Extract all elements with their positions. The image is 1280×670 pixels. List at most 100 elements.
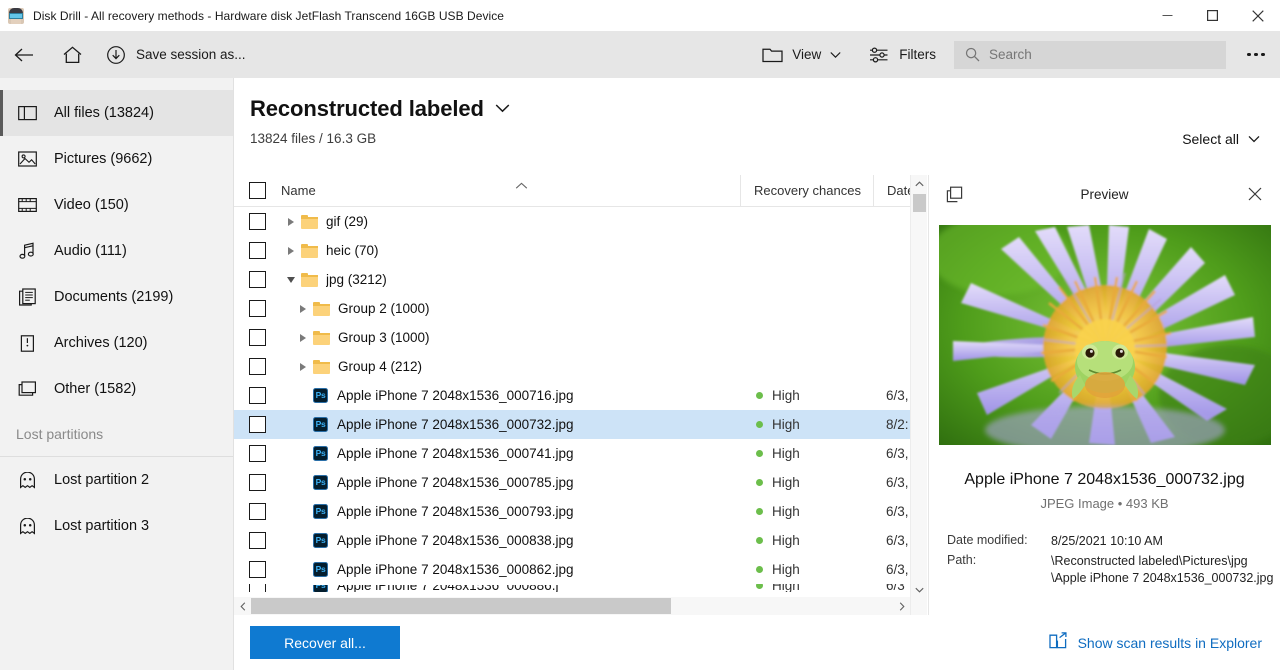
preview-close-icon[interactable]: [1242, 187, 1268, 201]
scroll-thumb[interactable]: [251, 598, 671, 614]
row-checkbox[interactable]: [234, 584, 281, 592]
row-checkbox[interactable]: [234, 503, 281, 520]
folder-icon: [313, 331, 330, 345]
close-button[interactable]: [1235, 0, 1280, 31]
row-name-label: Group 4 (212): [338, 359, 422, 374]
copy-icon[interactable]: [941, 186, 967, 203]
scroll-down-arrow-icon[interactable]: [911, 581, 928, 598]
chevron-down-icon: [830, 51, 841, 59]
table-row[interactable]: PsApple iPhone 7 2048x1536_000741.jpgHig…: [234, 439, 927, 468]
row-checkbox[interactable]: [234, 387, 281, 404]
row-checkbox[interactable]: [234, 213, 281, 230]
row-checkbox[interactable]: [234, 416, 281, 433]
row-checkbox[interactable]: [234, 242, 281, 259]
row-checkbox[interactable]: [234, 300, 281, 317]
status-dot: [756, 421, 763, 428]
expand-caret-right-icon[interactable]: [293, 305, 313, 313]
search-input[interactable]: Search: [954, 41, 1226, 69]
back-button[interactable]: [0, 31, 48, 78]
table-horizontal-scrollbar[interactable]: [234, 597, 910, 615]
search-placeholder: Search: [989, 47, 1032, 62]
row-checkbox[interactable]: [234, 358, 281, 375]
home-button[interactable]: [48, 31, 96, 78]
other-files-icon: [16, 378, 38, 400]
sidebar-item-audio[interactable]: Audio (111): [0, 228, 233, 274]
checkbox-box: [249, 358, 266, 375]
recovery-chance-cell: High: [740, 533, 873, 548]
expand-caret-right-icon[interactable]: [293, 363, 313, 371]
sidebar-item-other[interactable]: Other (1582): [0, 366, 233, 412]
row-checkbox[interactable]: [234, 445, 281, 462]
table-row[interactable]: PsApple iPhone 7 2048x1536_000732.jpgHig…: [234, 410, 927, 439]
status-dot: [756, 584, 763, 589]
table-row[interactable]: Ps Apple iPhone 7 2048x1536_000793.jpg Hig…: [234, 497, 927, 526]
sidebar-label: Archives (120): [54, 335, 147, 351]
scroll-left-arrow-icon[interactable]: [234, 597, 251, 615]
sidebar-item-all-files[interactable]: All files (13824): [0, 90, 233, 136]
row-checkbox[interactable]: [234, 532, 281, 549]
scroll-up-arrow-icon[interactable]: [911, 175, 927, 192]
table-row[interactable]: Group 2 (1000): [234, 294, 927, 323]
recovery-chance-cell: High: [740, 417, 873, 432]
scroll-right-arrow-icon[interactable]: [893, 597, 910, 615]
checkbox-box: [249, 242, 266, 259]
sidebar-item-pictures[interactable]: Pictures (9662): [0, 136, 233, 182]
view-button[interactable]: View: [748, 31, 855, 78]
table-vertical-scrollbar[interactable]: [910, 175, 927, 615]
table-row[interactable]: PsApple iPhone 7 2048x1536_000785.jpgHig…: [234, 468, 927, 497]
show-in-explorer-button[interactable]: Show scan results in Explorer: [1049, 632, 1262, 654]
page-title-chevron-down-icon[interactable]: [495, 100, 510, 118]
table-row[interactable]: jpg (3212): [234, 265, 927, 294]
recover-all-button[interactable]: Recover all...: [250, 626, 400, 659]
sidebar-label: Video (150): [54, 197, 129, 213]
minimize-button[interactable]: [1145, 0, 1190, 31]
expand-caret-right-icon[interactable]: [281, 247, 301, 255]
expand-caret-down-icon[interactable]: [281, 277, 301, 283]
row-name-cell: PsApple iPhone 7 2048x1536_000785.jpg: [281, 475, 740, 490]
select-all-checkbox[interactable]: [234, 182, 281, 199]
table-row[interactable]: PsApple iPhone 7 2048x1536_000862.jpgHig…: [234, 555, 927, 584]
column-header-recovery-chances[interactable]: Recovery chances: [740, 175, 873, 207]
row-name-label: gif (29): [326, 214, 368, 229]
window-controls: [1145, 0, 1280, 31]
save-session-label: Save session as...: [136, 47, 246, 62]
table-row[interactable]: heic (70): [234, 236, 927, 265]
table-row[interactable]: PsApple iPhone 7 2048x1536_000716.jpgHig…: [234, 381, 927, 410]
chevron-down-icon: [1248, 135, 1260, 143]
row-name-label: jpg (3212): [326, 272, 387, 287]
table-row[interactable]: Group 3 (1000): [234, 323, 927, 352]
checkbox-box: [249, 445, 266, 462]
row-checkbox[interactable]: [234, 474, 281, 491]
photoshop-file-icon: Ps: [313, 504, 328, 519]
detail-value: \Reconstructed labeled\Pictures\jpg\Appl…: [1051, 553, 1273, 587]
scroll-thumb[interactable]: [913, 194, 926, 212]
sidebar-item-lost-partition-3[interactable]: Lost partition 3: [0, 503, 233, 549]
table-row[interactable]: PsApple iPhone 7 2048x1536_000838.jpgHig…: [234, 526, 927, 555]
select-all-button[interactable]: Select all: [1182, 131, 1260, 147]
checkbox-box: [249, 474, 266, 491]
bottom-bar: Recover all... Show scan results in Expl…: [234, 615, 1280, 670]
row-checkbox[interactable]: [234, 561, 281, 578]
table-row[interactable]: Group 4 (212): [234, 352, 927, 381]
table-row[interactable]: PsApple iPhone 7 2048x1536_000886.jHigh6…: [234, 584, 927, 592]
expand-caret-right-icon[interactable]: [293, 334, 313, 342]
sidebar-item-archives[interactable]: Archives (120): [0, 320, 233, 366]
row-name-label: Apple iPhone 7 2048x1536_000793.jpg: [337, 504, 573, 519]
save-session-button[interactable]: Save session as...: [96, 31, 260, 78]
column-header-name[interactable]: Name: [281, 175, 740, 207]
checkbox-box: [249, 584, 266, 592]
table-row[interactable]: gif (29): [234, 207, 927, 236]
sidebar-item-video[interactable]: Video (150): [0, 182, 233, 228]
sidebar-item-documents[interactable]: Documents (2199): [0, 274, 233, 320]
row-checkbox[interactable]: [234, 271, 281, 288]
expand-caret-right-icon[interactable]: [281, 218, 301, 226]
more-options-button[interactable]: [1232, 31, 1280, 78]
recovery-chance-cell: High: [740, 504, 873, 519]
row-checkbox[interactable]: [234, 329, 281, 346]
sidebar-item-lost-partition-2[interactable]: Lost partition 2: [0, 457, 233, 503]
photoshop-file-icon: Ps: [313, 475, 328, 490]
maximize-button[interactable]: [1190, 0, 1235, 31]
filters-button[interactable]: Filters: [855, 31, 950, 78]
scroll-track[interactable]: [251, 597, 893, 615]
row-name-cell: gif (29): [281, 214, 740, 229]
